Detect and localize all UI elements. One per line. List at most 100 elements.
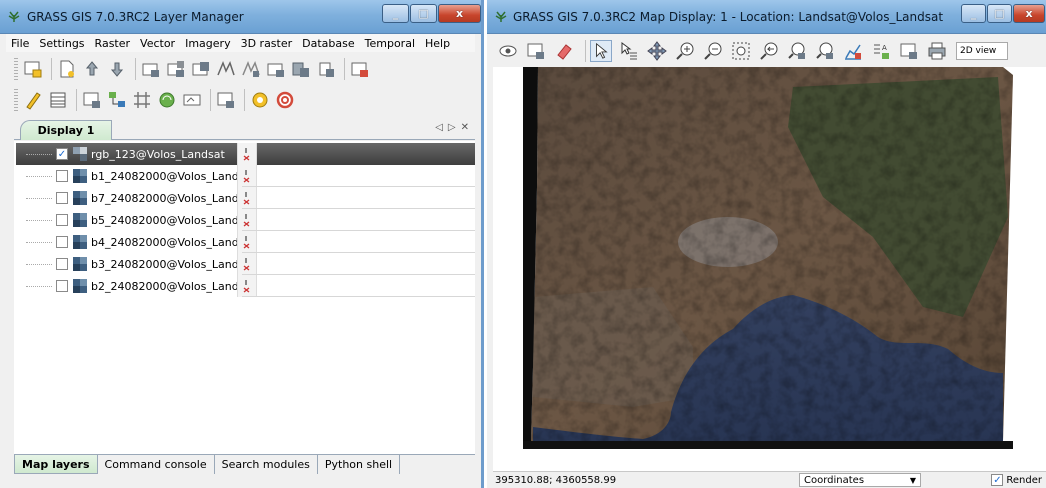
layer-row[interactable]: b3_24082000@Volos_Landsat bbox=[16, 253, 475, 275]
view-mode-select[interactable]: 2D view bbox=[956, 42, 1008, 60]
layer-visibility-checkbox[interactable] bbox=[56, 192, 68, 204]
tab-search-modules[interactable]: Search modules bbox=[215, 455, 318, 474]
menu-raster[interactable]: Raster bbox=[90, 37, 135, 50]
maximize-button[interactable]: □ bbox=[410, 4, 437, 23]
zoom-menu-icon[interactable] bbox=[786, 40, 808, 62]
layer-visibility-checkbox[interactable] bbox=[56, 170, 68, 182]
layer-toolbar bbox=[14, 54, 374, 84]
map-canvas[interactable] bbox=[493, 67, 1046, 471]
python-icon[interactable] bbox=[156, 89, 178, 111]
layer-row[interactable]: b5_24082000@Volos_Landsat bbox=[16, 209, 475, 231]
add-vector-icon[interactable] bbox=[215, 58, 237, 80]
minimize-button[interactable]: _ bbox=[382, 4, 409, 23]
layer-visibility-checkbox[interactable] bbox=[56, 258, 68, 270]
new-display-icon[interactable] bbox=[22, 58, 44, 80]
render-map-icon[interactable] bbox=[525, 40, 547, 62]
layer-manager-titlebar[interactable]: GRASS GIS 7.0.3RC2 Layer Manager _ □ x bbox=[0, 0, 481, 34]
add-grid-icon[interactable] bbox=[265, 58, 287, 80]
zoom-out-icon[interactable] bbox=[702, 40, 724, 62]
pan-icon[interactable] bbox=[646, 40, 668, 62]
edit-vector-icon[interactable] bbox=[22, 89, 44, 111]
layer-row[interactable]: b4_24082000@Volos_Landsat bbox=[16, 231, 475, 253]
layer-options-icon[interactable] bbox=[237, 253, 257, 275]
render-toggle[interactable]: ✓ Render bbox=[991, 474, 1042, 486]
overlay-icon[interactable]: A bbox=[870, 40, 892, 62]
menu-3d-raster[interactable]: 3D raster bbox=[236, 37, 298, 50]
layer-options-icon[interactable] bbox=[237, 165, 257, 187]
menu-database[interactable]: Database bbox=[297, 37, 360, 50]
help-icon[interactable] bbox=[274, 89, 296, 111]
layer-tree: ✓ rgb_123@Volos_Landsat b1_24082000@Volo… bbox=[14, 141, 475, 454]
menu-vector[interactable]: Vector bbox=[135, 37, 180, 50]
save-display-icon[interactable] bbox=[215, 89, 237, 111]
tab-display-1[interactable]: Display 1 bbox=[20, 120, 112, 140]
add-misc-icon[interactable] bbox=[315, 58, 337, 80]
remove-layer-icon[interactable] bbox=[349, 58, 371, 80]
zoom-back-icon[interactable] bbox=[758, 40, 780, 62]
new-workspace-icon[interactable] bbox=[56, 58, 78, 80]
layer-row[interactable]: b7_24082000@Volos_Landsat bbox=[16, 187, 475, 209]
add-group-icon[interactable] bbox=[290, 58, 312, 80]
layer-row[interactable]: ✓ rgb_123@Volos_Landsat bbox=[16, 143, 475, 165]
map-toolbar: A 2D view bbox=[493, 35, 1046, 67]
layer-visibility-checkbox[interactable] bbox=[56, 214, 68, 226]
zoom-region-icon[interactable] bbox=[814, 40, 836, 62]
tab-map-layers[interactable]: Map layers bbox=[14, 455, 98, 474]
menu-help[interactable]: Help bbox=[420, 37, 455, 50]
graphical-modeler-icon[interactable] bbox=[106, 89, 128, 111]
tab-command-console[interactable]: Command console bbox=[98, 455, 215, 474]
layer-visibility-checkbox[interactable]: ✓ bbox=[56, 148, 68, 160]
status-mode-select[interactable]: Coordinates ▼ bbox=[799, 473, 921, 487]
attribute-table-icon[interactable] bbox=[47, 89, 69, 111]
tab-python-shell[interactable]: Python shell bbox=[318, 455, 401, 474]
statusbar: 395310.88; 4360558.99 Coordinates ▼ ✓ Re… bbox=[493, 471, 1046, 488]
toolbar-grip-2[interactable] bbox=[14, 89, 18, 111]
layer-row[interactable]: b1_24082000@Volos_Landsat bbox=[16, 165, 475, 187]
menu-temporal[interactable]: Temporal bbox=[360, 37, 420, 50]
compose-map-icon[interactable] bbox=[181, 89, 203, 111]
settings-icon[interactable] bbox=[249, 89, 271, 111]
display-map-icon[interactable] bbox=[497, 40, 519, 62]
menu-file[interactable]: File bbox=[6, 37, 34, 50]
georectify-icon[interactable] bbox=[131, 89, 153, 111]
print-icon[interactable] bbox=[926, 40, 948, 62]
layer-row[interactable]: b2_24082000@Volos_Landsat bbox=[16, 275, 475, 297]
add-overlay-icon[interactable] bbox=[190, 58, 212, 80]
render-checkbox[interactable]: ✓ bbox=[991, 474, 1004, 486]
analyze-icon[interactable] bbox=[842, 40, 864, 62]
map-display-window: GRASS GIS 7.0.3RC2 Map Display: 1 - Loca… bbox=[487, 0, 1046, 488]
save-workspace-icon[interactable] bbox=[106, 58, 128, 80]
map-display-titlebar[interactable]: GRASS GIS 7.0.3RC2 Map Display: 1 - Loca… bbox=[487, 0, 1046, 34]
close-button[interactable]: x bbox=[438, 4, 481, 23]
menu-settings[interactable]: Settings bbox=[34, 37, 89, 50]
layer-visibility-checkbox[interactable] bbox=[56, 280, 68, 292]
menu-imagery[interactable]: Imagery bbox=[180, 37, 235, 50]
pointer-icon[interactable] bbox=[590, 40, 612, 62]
layer-options-icon[interactable] bbox=[237, 187, 257, 209]
add-rgb-icon[interactable] bbox=[165, 58, 187, 80]
tab-left-icon[interactable]: ◁ bbox=[435, 122, 443, 133]
tab-close-icon[interactable]: ✕ bbox=[461, 122, 469, 133]
maximize-button[interactable]: □ bbox=[987, 4, 1012, 23]
map-calc-icon[interactable] bbox=[81, 89, 103, 111]
layer-options-icon[interactable] bbox=[237, 143, 257, 165]
add-raster-icon[interactable] bbox=[140, 58, 162, 80]
zoom-extent-icon[interactable] bbox=[730, 40, 752, 62]
minimize-button[interactable]: _ bbox=[961, 4, 986, 23]
layer-options-icon[interactable] bbox=[237, 209, 257, 231]
zoom-in-icon[interactable] bbox=[674, 40, 696, 62]
layer-options-icon[interactable] bbox=[237, 275, 257, 297]
tab-right-icon[interactable]: ▷ bbox=[448, 122, 456, 133]
close-button[interactable]: x bbox=[1013, 4, 1045, 23]
tab-controls: ◁ ▷ ✕ bbox=[435, 122, 469, 133]
layer-visibility-checkbox[interactable] bbox=[56, 236, 68, 248]
raster-icon bbox=[73, 169, 87, 183]
load-workspace-icon[interactable] bbox=[81, 58, 103, 80]
save-image-icon[interactable] bbox=[898, 40, 920, 62]
layer-name: b4_24082000@Volos_Landsat bbox=[91, 235, 256, 249]
query-icon[interactable] bbox=[618, 40, 640, 62]
layer-options-icon[interactable] bbox=[237, 231, 257, 253]
add-thematic-icon[interactable] bbox=[240, 58, 262, 80]
toolbar-grip[interactable] bbox=[14, 58, 18, 80]
erase-icon[interactable] bbox=[553, 40, 575, 62]
